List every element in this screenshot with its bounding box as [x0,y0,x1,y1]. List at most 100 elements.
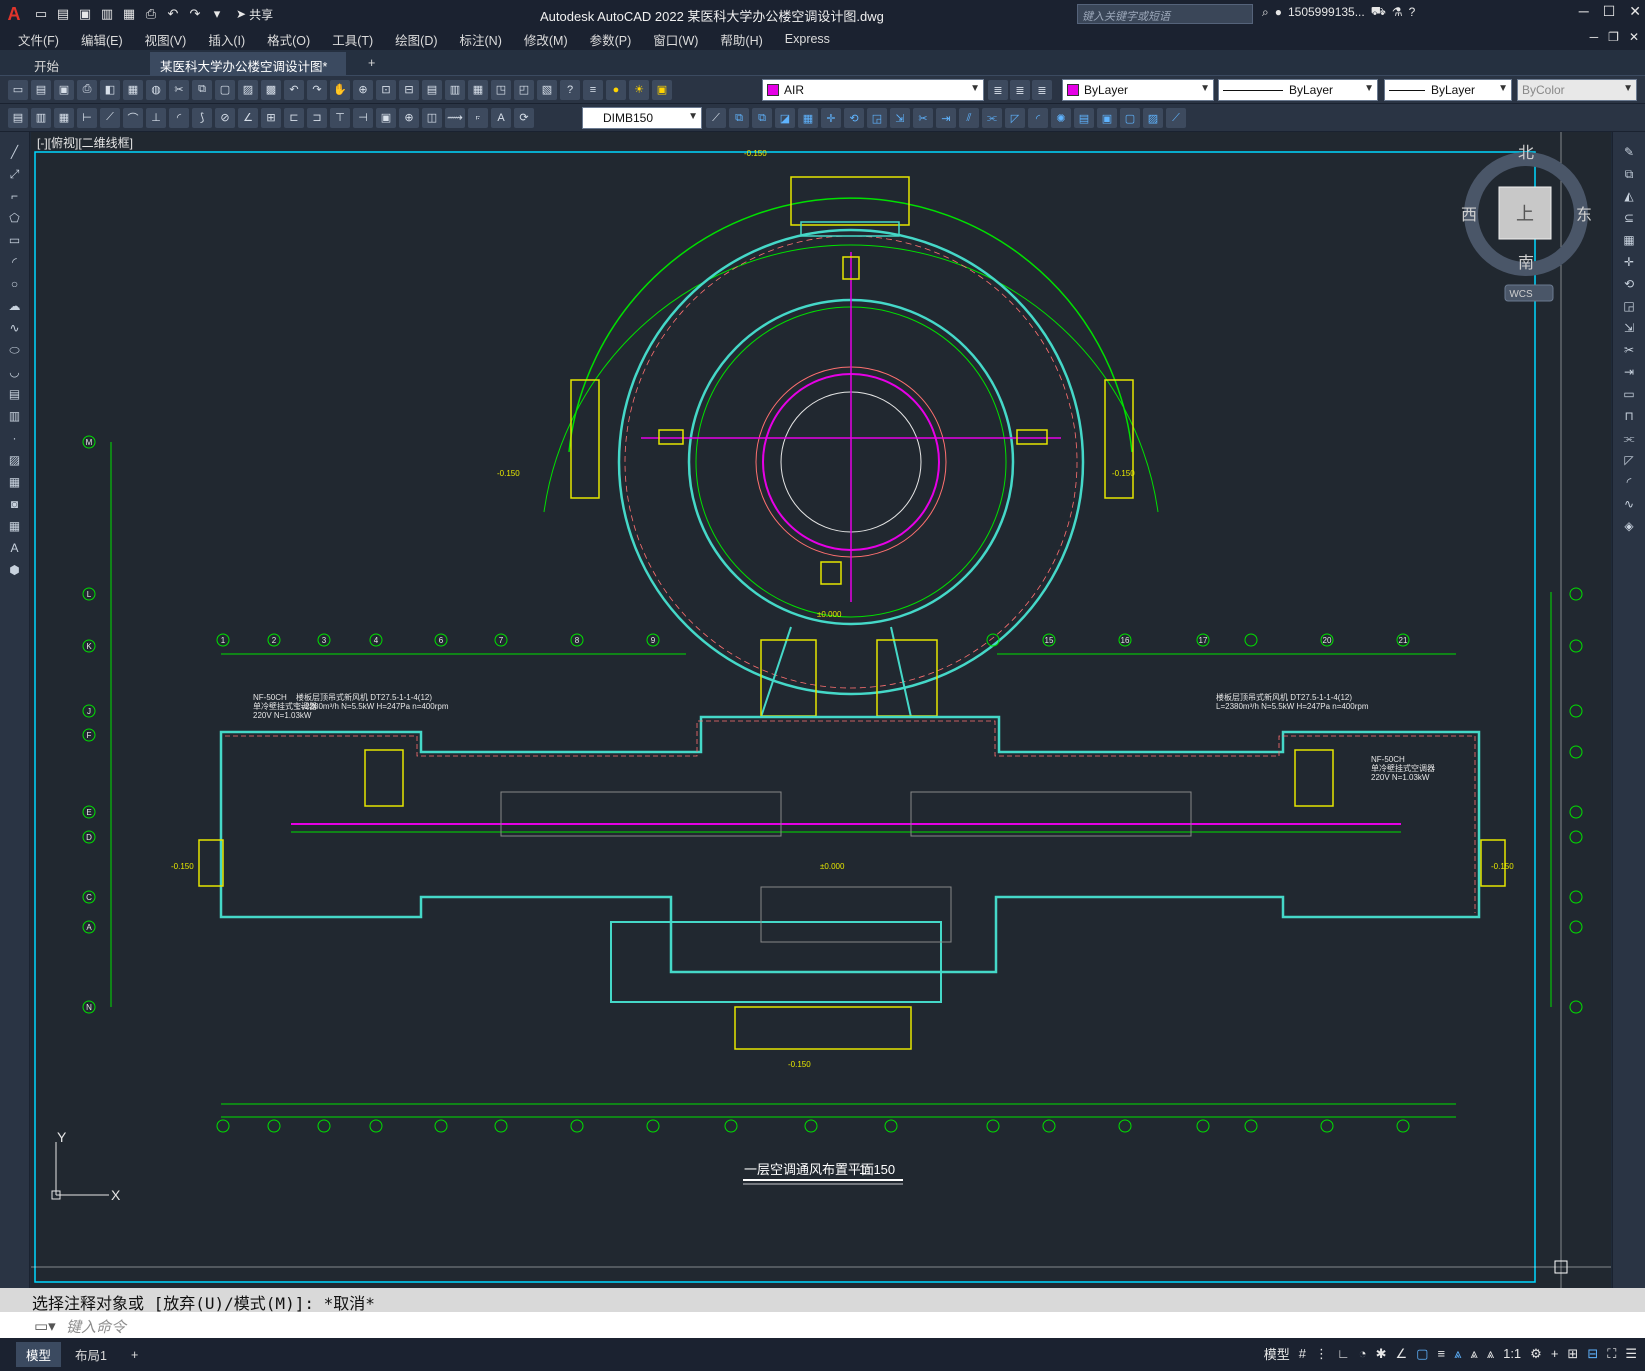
publish-icon[interactable]: ▦ [120,5,138,23]
ortho-icon[interactable]: ∟ [1337,1346,1350,1361]
scale-object-icon[interactable]: ◲ [1620,298,1638,314]
region-icon[interactable]: ◙ [6,496,24,512]
break-icon[interactable]: ⫽ [959,108,979,128]
dim-space-icon[interactable]: ⊤ [330,107,350,128]
dim-baseline-icon[interactable]: ⊏ [284,107,304,128]
command-input[interactable]: ▭▾ 键入命令 [0,1312,1645,1338]
dim-edit-icon[interactable]: ⟔ [468,107,488,128]
dimstyle-manager-icon[interactable]: ⟋ [706,108,726,128]
inspect-icon[interactable]: ◫ [422,107,442,128]
clean-screen-icon[interactable]: ⛶ [1607,1346,1616,1362]
layer-on-icon[interactable]: ● [606,79,626,100]
help-icon[interactable]: ? [1409,5,1416,19]
tool-b-icon[interactable]: ▥ [31,107,51,128]
arc-icon[interactable]: ◜ [6,254,24,270]
app-exchange-icon[interactable]: ⚗ [1392,5,1403,19]
move-icon[interactable]: ✛ [821,108,841,128]
layer-dropdown[interactable]: AIR ▼ [762,79,984,101]
stretch-icon[interactable]: ⇲ [890,108,910,128]
dim-jogged-icon[interactable]: ⟆ [192,107,212,128]
tool-a-icon[interactable]: ▤ [8,107,28,128]
grid-icon[interactable]: # [1299,1346,1306,1361]
menu-edit[interactable]: 编辑(E) [81,30,123,49]
viewcube[interactable]: 上 北 南 东 西 WCS [1461,143,1592,302]
extend-icon[interactable]: ⇥ [936,108,956,128]
make-block-icon[interactable]: ▥ [6,408,24,424]
quick-properties-icon[interactable]: ⊟ [1587,1346,1598,1362]
center-mark-icon[interactable]: ⊕ [399,107,419,128]
zoom-realtime-icon[interactable]: ⊕ [353,79,373,100]
layer-tool-3-icon[interactable]: ≣ [1032,80,1052,100]
dim-break-icon[interactable]: ⊣ [353,107,373,128]
viewcube-west-label[interactable]: 西 [1461,205,1477,224]
circle-icon[interactable]: ○ [6,276,24,292]
layer-properties-icon[interactable]: ≡ [583,79,603,100]
tab-drawing[interactable]: 某医科大学办公楼空调设计图* × [150,52,346,89]
menu-window[interactable]: 窗口(W) [653,30,698,49]
point-icon[interactable]: · [6,430,24,446]
lineweight-dropdown[interactable]: ByLayer ▼ [1384,79,1512,101]
explode-object-icon[interactable]: ◈ [1620,518,1638,534]
pan-icon[interactable]: ✋ [330,79,350,100]
menu-draw[interactable]: 绘图(D) [395,30,437,49]
viewcube-north-label[interactable]: 北 [1518,143,1534,162]
new-tab-button[interactable]: + [358,52,385,75]
print-icon[interactable]: ⎙ [77,79,97,100]
user-icon[interactable]: ● [1275,5,1282,19]
zoom-previous-icon[interactable]: ⊟ [399,79,419,100]
tab-layout1[interactable]: 布局1 [65,1342,117,1367]
auto-scale-icon[interactable]: ⩓ [1470,1346,1477,1362]
dim-aligned-icon[interactable]: ⟋ [100,107,120,128]
stretch-object-icon[interactable]: ⇲ [1620,320,1638,336]
fillet-object-icon[interactable]: ◜ [1620,474,1638,490]
search-input[interactable]: 键入关键字或短语 [1077,4,1253,24]
ellipse-arc-icon[interactable]: ◡ [6,364,24,380]
object-snap-tracking-icon[interactable]: ∠ [1396,1346,1408,1362]
pedit-icon[interactable]: ⟋ [1166,108,1186,128]
redo-tool-icon[interactable]: ↷ [307,79,327,100]
tab-start[interactable]: 开始 [24,52,69,75]
revcloud-icon[interactable]: ☁ [6,298,24,314]
annotation-scale-value[interactable]: 1:1 [1503,1346,1521,1361]
dim-arc-icon[interactable]: ⌒ [123,107,143,128]
ungroup-icon[interactable]: ▢ [1120,108,1140,128]
array-icon[interactable]: ▦ [798,108,818,128]
dim-radius-icon[interactable]: ◜ [169,107,189,128]
gradient-icon[interactable]: ▦ [6,474,24,490]
viewcube-east-label[interactable]: 东 [1576,205,1592,224]
tab-model[interactable]: 模型 [16,1342,62,1367]
annotation-monitor-icon[interactable]: + [1551,1346,1559,1361]
break-point-icon[interactable]: ▭ [1620,386,1638,402]
explode-icon[interactable]: ✺ [1051,108,1071,128]
zoom-window-icon[interactable]: ⊡ [376,79,396,100]
spline-icon[interactable]: ∿ [6,320,24,336]
extend-object-icon[interactable]: ⇥ [1620,364,1638,380]
drawing-canvas[interactable]: [-][俯视][二维线框] M L K J F E D C A N 1 2 3 … [31,132,1611,1288]
rotate-object-icon[interactable]: ⟲ [1620,276,1638,292]
open-file-icon[interactable]: ▤ [31,79,51,100]
polyline-icon[interactable]: ⌐ [6,188,24,204]
mirror-icon[interactable]: ⧉ [752,108,772,128]
chamfer-object-icon[interactable]: ◸ [1620,452,1638,468]
array-object-icon[interactable]: ▦ [1620,232,1638,248]
dim-linear-icon[interactable]: ⊢ [77,107,97,128]
redo-icon[interactable]: ↷ [186,5,204,23]
break-object-icon[interactable]: ⊓ [1620,408,1638,424]
linetype-dropdown[interactable]: ByLayer ▼ [1218,79,1378,101]
qnew-icon[interactable]: ▭ [8,79,28,100]
dim-text-edit-icon[interactable]: A [491,107,511,128]
dim-angular-icon[interactable]: ∠ [238,107,258,128]
web-icon[interactable]: ◍ [146,79,166,100]
open-icon[interactable]: ▤ [54,5,72,23]
doc-restore-icon[interactable]: ❐ [1608,30,1619,44]
model-space-toggle[interactable]: 模型 [1264,1344,1290,1363]
match-prop-icon[interactable]: ▨ [238,79,258,100]
save-file-icon[interactable]: ▣ [54,79,74,100]
save-as-icon[interactable]: ▥ [98,5,116,23]
undo-tool-icon[interactable]: ↶ [284,79,304,100]
jog-line-icon[interactable]: ⟿ [445,107,465,128]
markup-icon[interactable]: ◰ [514,79,534,100]
share-button[interactable]: ➤ 共享 [236,6,273,23]
publish-tool-icon[interactable]: ▦ [123,79,143,100]
workspace-gear-icon[interactable]: ⚙ [1530,1346,1542,1362]
